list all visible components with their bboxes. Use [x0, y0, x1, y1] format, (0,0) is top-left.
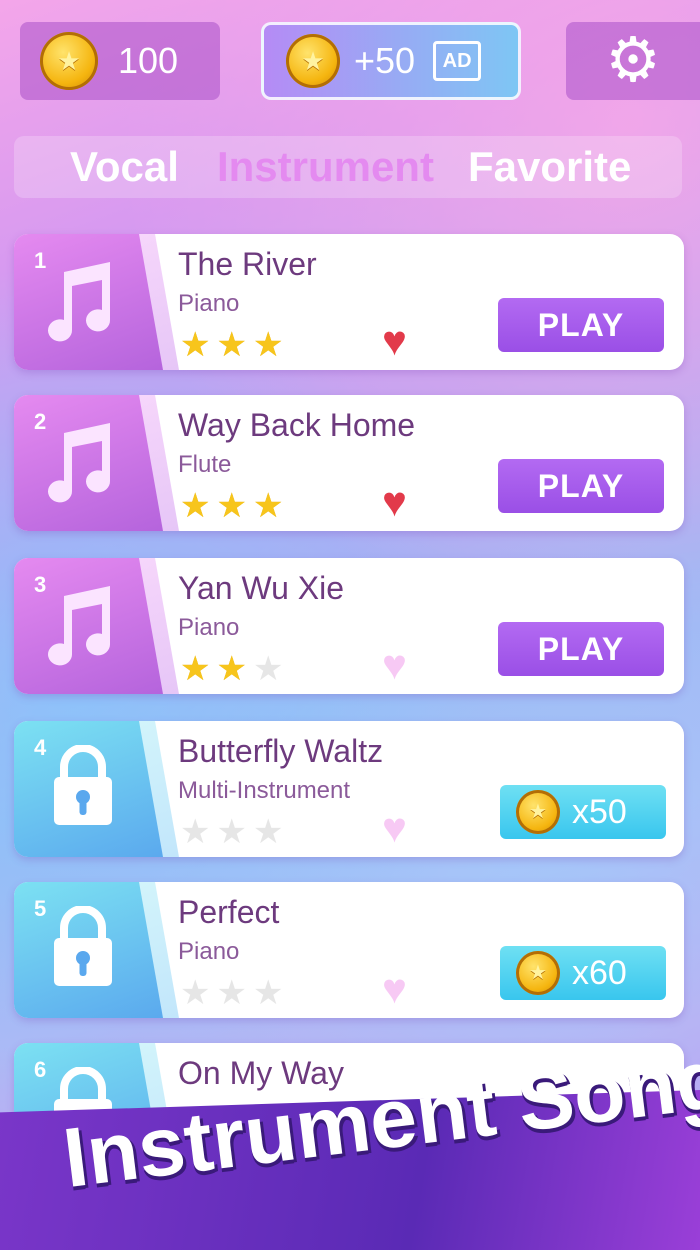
song-instrument: Multi-Instrument — [178, 777, 351, 804]
favorite-heart-icon[interactable]: ♥ — [382, 807, 407, 849]
song-number: 4 — [34, 735, 47, 760]
favorite-heart-icon[interactable]: ♥ — [382, 320, 407, 362]
star-icon: ★ — [180, 326, 211, 364]
play-button[interactable]: PLAY — [498, 459, 664, 513]
song-card: 4 Butterfly Waltz Multi-Instrument ★ ★ ★… — [14, 721, 684, 857]
coin-icon: ★ — [516, 790, 560, 834]
song-title: The River — [178, 246, 317, 282]
song-card: 5 Perfect Piano ★ ★ ★ ♥ ★ x60 — [14, 882, 684, 1018]
song-number: 5 — [34, 896, 47, 921]
song-instrument: Flute — [178, 451, 232, 478]
song-instrument: Piano — [178, 290, 240, 317]
unlock-button[interactable]: ★ x50 — [500, 785, 666, 839]
tab-favorite[interactable]: Favorite — [468, 143, 631, 191]
lock-icon — [54, 906, 112, 986]
song-title: Way Back Home — [178, 407, 416, 443]
lock-icon — [54, 745, 112, 825]
song-card: 2 Way Back Home Flute ★ ★ ★ ♥ PLAY — [14, 395, 684, 531]
play-button[interactable]: PLAY — [498, 622, 664, 676]
tab-vocal[interactable]: Vocal — [70, 143, 179, 191]
gear-icon: ⚙ — [605, 26, 661, 95]
song-title: Butterfly Waltz — [178, 733, 384, 769]
ad-reward-value: +50 — [354, 40, 416, 81]
star-icon: ★ — [252, 650, 284, 688]
ad-icon: AD — [433, 41, 482, 81]
favorite-heart-icon[interactable]: ♥ — [382, 481, 407, 523]
unlock-price: x60 — [572, 953, 627, 992]
star-rating: ★ ★ ★ — [180, 815, 289, 849]
favorite-heart-icon[interactable]: ♥ — [382, 968, 407, 1010]
music-note-icon — [48, 586, 111, 666]
watch-ad-button[interactable]: ★ +50 AD — [261, 22, 521, 100]
star-icon: ★ — [216, 326, 247, 364]
star-icon: ★ — [216, 487, 247, 525]
coin-icon: ★ — [516, 951, 560, 995]
coin-icon: ★ — [286, 34, 340, 88]
song-number: 6 — [34, 1057, 47, 1082]
music-note-icon — [48, 262, 111, 342]
star-icon: ★ — [252, 813, 284, 851]
star-icon: ★ — [180, 974, 211, 1012]
favorite-heart-icon[interactable]: ♥ — [382, 644, 407, 686]
settings-button[interactable]: ⚙ — [566, 22, 700, 100]
star-icon: ★ — [216, 974, 247, 1012]
tab-instrument[interactable]: Instrument — [217, 143, 434, 191]
star-icon: ★ — [180, 650, 211, 688]
coin-balance: ★ 100 — [20, 22, 220, 100]
category-tabs: Vocal Instrument Favorite — [14, 136, 682, 198]
song-card: 3 Yan Wu Xie Piano ★ ★ ★ ♥ PLAY — [14, 558, 684, 694]
coin-balance-value: 100 — [118, 40, 179, 81]
song-instrument: Piano — [178, 614, 240, 641]
coin-icon: ★ — [40, 32, 98, 90]
song-title: Yan Wu Xie — [178, 570, 345, 606]
star-icon: ★ — [252, 974, 284, 1012]
song-instrument: Piano — [178, 938, 240, 965]
star-icon: ★ — [216, 813, 247, 851]
play-button[interactable]: PLAY — [498, 298, 664, 352]
star-rating: ★ ★ ★ — [180, 328, 289, 362]
song-title: Perfect — [178, 894, 280, 930]
star-rating: ★ ★ ★ — [180, 652, 289, 686]
star-rating: ★ ★ ★ — [180, 976, 289, 1010]
song-card: 1 The River Piano ★ ★ ★ ♥ PLAY — [14, 234, 684, 370]
unlock-price: x50 — [572, 792, 627, 831]
star-rating: ★ ★ ★ — [180, 489, 289, 523]
star-icon: ★ — [216, 650, 247, 688]
star-icon: ★ — [180, 813, 211, 851]
music-note-icon — [48, 423, 111, 503]
star-icon: ★ — [252, 326, 284, 364]
star-icon: ★ — [252, 487, 284, 525]
unlock-button[interactable]: ★ x60 — [500, 946, 666, 1000]
star-icon: ★ — [180, 487, 211, 525]
